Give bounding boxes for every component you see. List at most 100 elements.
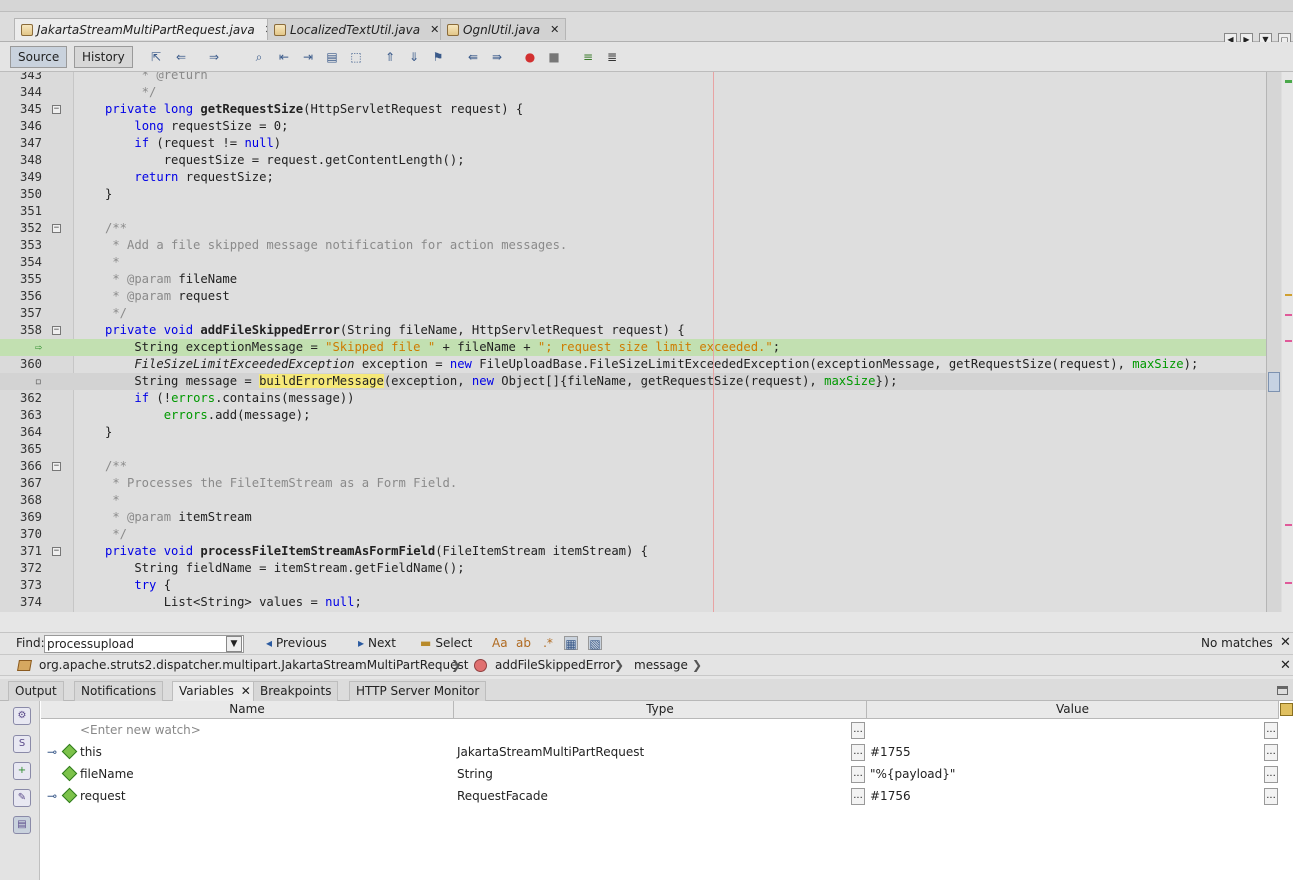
show-static-icon[interactable]: S bbox=[13, 735, 31, 753]
code-line[interactable]: 348 requestSize = request.getContentLeng… bbox=[0, 152, 1266, 169]
code-line[interactable]: 355 * @param fileName bbox=[0, 271, 1266, 288]
column-chooser-icon[interactable] bbox=[1280, 703, 1293, 716]
line-number[interactable]: 373 bbox=[0, 577, 42, 594]
previous-bookmark-icon[interactable]: ⇑ bbox=[383, 50, 397, 64]
edit-button[interactable]: ... bbox=[851, 722, 865, 739]
code-line[interactable]: 349 return requestSize; bbox=[0, 169, 1266, 186]
code-line[interactable]: ⇨ String exceptionMessage = "Skipped fil… bbox=[0, 339, 1266, 356]
tab-output[interactable]: Output bbox=[8, 681, 64, 701]
wrap-around-icon[interactable]: ▧ bbox=[588, 636, 602, 651]
code-line[interactable]: 370 */ bbox=[0, 526, 1266, 543]
line-number[interactable]: 375 bbox=[0, 611, 42, 612]
current-line-arrow-icon[interactable]: ⇨ bbox=[0, 339, 42, 356]
fold-toggle-icon[interactable]: − bbox=[52, 547, 61, 556]
line-number[interactable]: 345 bbox=[0, 101, 42, 118]
code-line[interactable]: 346 long requestSize = 0; bbox=[0, 118, 1266, 135]
line-number[interactable]: 372 bbox=[0, 560, 42, 577]
edit-button[interactable]: ... bbox=[851, 788, 865, 805]
tab-variables[interactable]: Variables ✕ bbox=[172, 681, 257, 701]
line-number[interactable]: 364 bbox=[0, 424, 42, 441]
watch-placeholder[interactable]: <Enter new watch> bbox=[80, 719, 201, 741]
tab-breakpoints[interactable]: Breakpoints bbox=[253, 681, 339, 701]
fold-toggle-icon[interactable]: − bbox=[52, 462, 61, 471]
line-number[interactable]: 349 bbox=[0, 169, 42, 186]
last-edit-icon[interactable]: ⇱ bbox=[149, 50, 163, 64]
line-number[interactable]: 358 bbox=[0, 322, 42, 339]
edit-button[interactable]: ... bbox=[1264, 722, 1278, 739]
column-type[interactable]: Type bbox=[454, 701, 867, 719]
shift-left-icon[interactable]: ⇚ bbox=[466, 50, 480, 64]
history-button[interactable]: History bbox=[74, 46, 133, 68]
code-line[interactable]: ▫ String message = buildErrorMessage(exc… bbox=[0, 373, 1266, 390]
fold-toggle-icon[interactable]: − bbox=[52, 326, 61, 335]
regex-icon[interactable]: .* bbox=[541, 636, 555, 650]
line-number[interactable]: 374 bbox=[0, 594, 42, 611]
code-line[interactable]: 367 * Processes the FileItemStream as a … bbox=[0, 475, 1266, 492]
debug-options-icon[interactable]: ⚙ bbox=[13, 707, 31, 725]
column-value[interactable]: Value bbox=[867, 701, 1279, 719]
uncomment-icon[interactable]: ≣ bbox=[605, 50, 619, 64]
previous-button[interactable]: ◂ Previous bbox=[266, 636, 327, 650]
line-number[interactable]: 371 bbox=[0, 543, 42, 560]
line-number[interactable]: 353 bbox=[0, 237, 42, 254]
watch-row[interactable]: <Enter new watch> ... ... bbox=[41, 719, 1279, 741]
code-line[interactable]: 374 List<String> values = null; bbox=[0, 594, 1266, 611]
code-line[interactable]: 356 * @param request bbox=[0, 288, 1266, 305]
code-line[interactable]: 352 − /** bbox=[0, 220, 1266, 237]
line-number[interactable]: 366 bbox=[0, 458, 42, 475]
vertical-scrollbar[interactable] bbox=[1266, 72, 1281, 612]
breadcrumb-method[interactable]: addFileSkippedError bbox=[495, 655, 615, 676]
breadcrumb-variable[interactable]: message bbox=[634, 655, 688, 676]
edit-button[interactable]: ... bbox=[851, 766, 865, 783]
shift-right-icon[interactable]: ⇛ bbox=[490, 50, 504, 64]
find-selection-icon[interactable]: ⌕ bbox=[252, 50, 266, 64]
line-number[interactable]: 348 bbox=[0, 152, 42, 169]
code-line[interactable]: 354 * bbox=[0, 254, 1266, 271]
code-line[interactable]: 347 if (request != null) bbox=[0, 135, 1266, 152]
code-line[interactable]: 360 FileSizeLimitExceededException excep… bbox=[0, 356, 1266, 373]
variable-value[interactable]: #1755 bbox=[870, 741, 911, 763]
next-button[interactable]: ▸ Next bbox=[358, 636, 396, 650]
close-icon[interactable]: ✕ bbox=[430, 23, 439, 36]
breakpoint-marker-icon[interactable]: ▫ bbox=[0, 373, 42, 390]
find-next-icon[interactable]: ⇥ bbox=[301, 50, 315, 64]
line-number[interactable]: 357 bbox=[0, 305, 42, 322]
add-watch-icon[interactable]: + bbox=[13, 762, 31, 780]
code-line[interactable]: 366 − /** bbox=[0, 458, 1266, 475]
toggle-highlight-icon[interactable]: ▤ bbox=[325, 50, 339, 64]
line-number[interactable]: 343 bbox=[0, 72, 42, 84]
edit-button[interactable]: ... bbox=[1264, 744, 1278, 761]
fold-toggle-icon[interactable]: − bbox=[52, 105, 61, 114]
forward-icon[interactable]: ⇒ bbox=[207, 50, 221, 64]
code-line[interactable]: 364} bbox=[0, 424, 1266, 441]
line-number[interactable]: 347 bbox=[0, 135, 42, 152]
line-number[interactable]: 367 bbox=[0, 475, 42, 492]
whole-words-icon[interactable]: ab bbox=[516, 636, 531, 650]
code-line[interactable]: 353 * Add a file skipped message notific… bbox=[0, 237, 1266, 254]
code-line[interactable]: 372 String fieldName = itemStream.getFie… bbox=[0, 560, 1266, 577]
line-number[interactable]: 352 bbox=[0, 220, 42, 237]
line-number[interactable]: 350 bbox=[0, 186, 42, 203]
tab-notifications[interactable]: Notifications bbox=[74, 681, 164, 701]
evaluate-icon[interactable]: ✎ bbox=[13, 789, 31, 807]
match-case-icon[interactable]: Aa bbox=[492, 636, 508, 650]
table-row[interactable]: ⊸ this JakartaStreamMultiPartRequest ...… bbox=[41, 741, 1279, 763]
tab-ognl-util[interactable]: OgnlUtil.java ✕ bbox=[440, 18, 567, 40]
line-number[interactable]: 369 bbox=[0, 509, 42, 526]
code-line[interactable]: 371 − private void processFileItemStreamAs… bbox=[0, 543, 1266, 560]
find-previous-icon[interactable]: ⇤ bbox=[277, 50, 291, 64]
variable-value[interactable]: "%{payload}" bbox=[870, 763, 955, 785]
back-icon[interactable]: ⇐ bbox=[174, 50, 188, 64]
show-results-icon[interactable]: ▤ bbox=[13, 816, 31, 834]
line-number[interactable]: 362 bbox=[0, 390, 42, 407]
tab-http-server-monitor[interactable]: HTTP Server Monitor bbox=[349, 681, 487, 701]
close-icon[interactable]: ✕ bbox=[550, 23, 559, 36]
line-number[interactable]: 363 bbox=[0, 407, 42, 424]
line-number[interactable]: 360 bbox=[0, 356, 42, 373]
code-line[interactable]: 373 try { bbox=[0, 577, 1266, 594]
code-line[interactable]: 345 − private long getRequestSize(HttpServ… bbox=[0, 101, 1266, 118]
edit-button[interactable]: ... bbox=[1264, 766, 1278, 783]
start-macro-icon[interactable]: ● bbox=[523, 50, 537, 64]
breadcrumb-class[interactable]: org.apache.struts2.dispatcher.multipart.… bbox=[39, 655, 469, 676]
variable-value[interactable]: #1756 bbox=[870, 785, 911, 807]
